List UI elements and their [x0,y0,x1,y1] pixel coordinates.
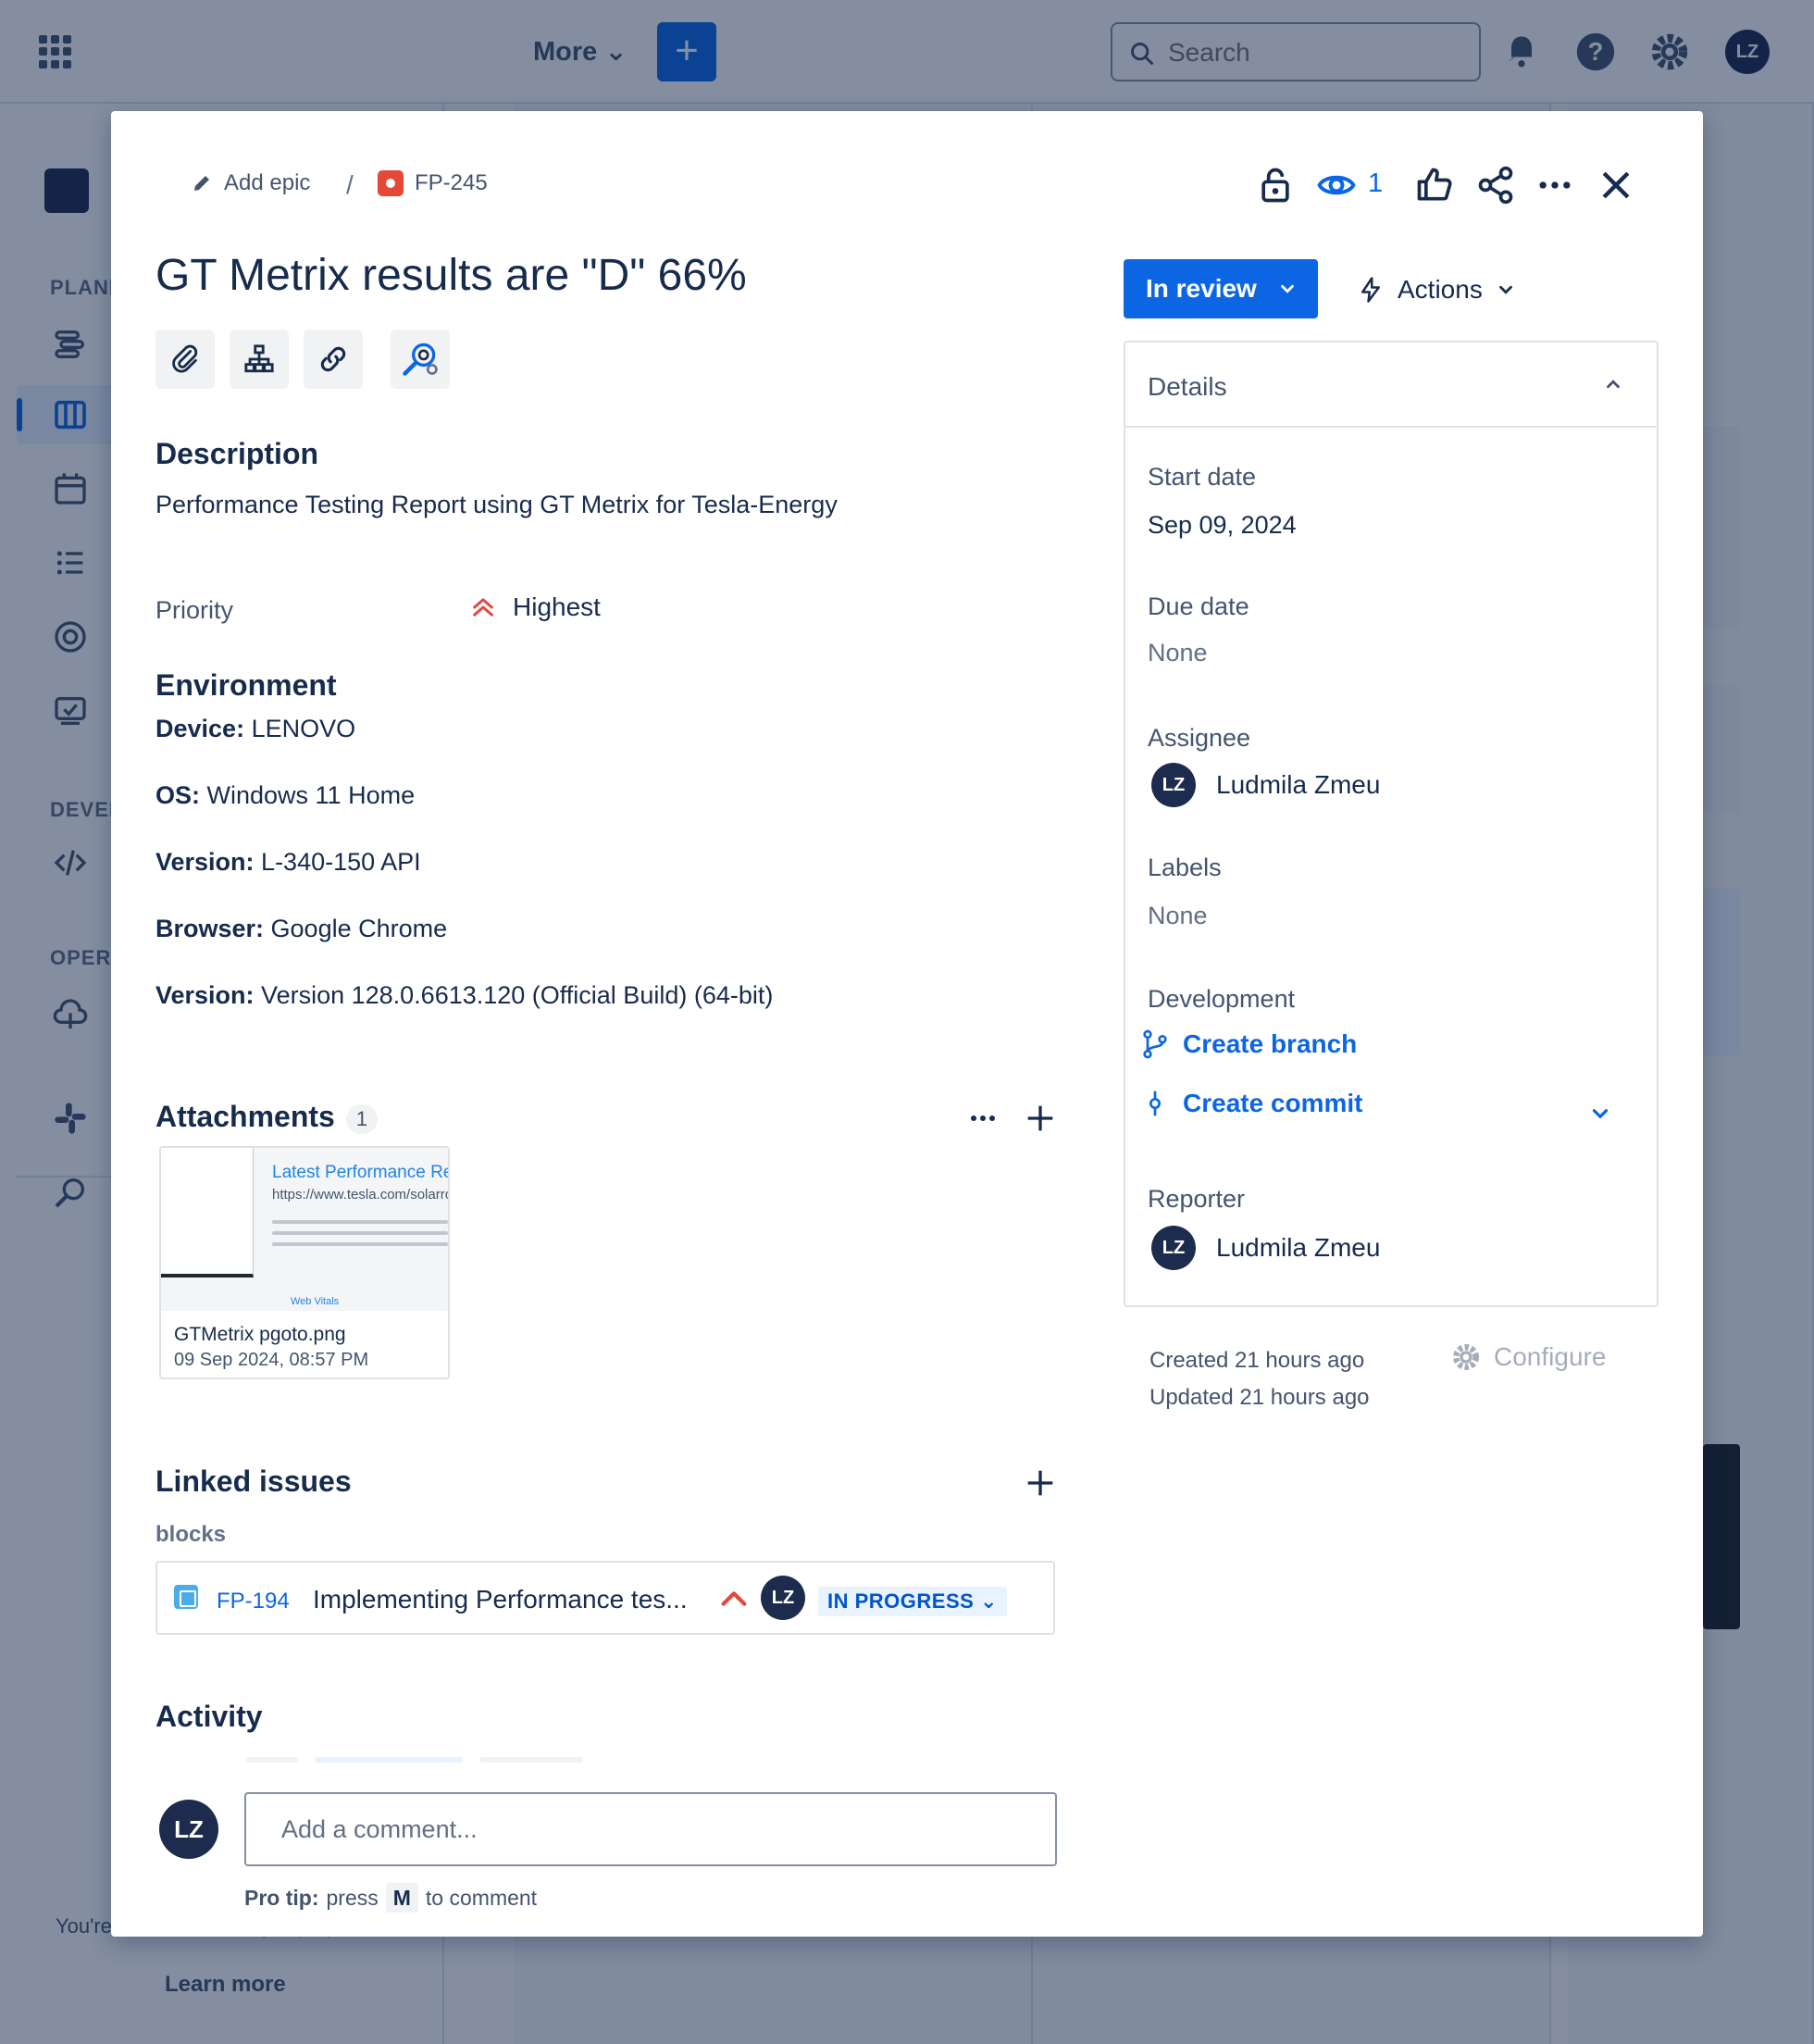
updated-timestamp: Updated 21 hours ago [1149,1385,1370,1410]
linked-issue-status-lozenge[interactable]: IN PROGRESS ⌄ [818,1587,1007,1616]
gear-icon [1453,1344,1479,1370]
reporter-avatar: LZ [1151,1226,1196,1270]
environment-row: Device: LENOVO [155,715,356,742]
link-relation-label: blocks [155,1522,227,1547]
assignee-field[interactable]: LZ Ludmila Zmeu [1151,763,1380,807]
start-date-value[interactable]: Sep 09, 2024 [1148,511,1297,540]
environment-row: OS: Windows 11 Home [155,781,416,809]
add-epic-label: Add epic [224,170,311,195]
labels-label: Labels [1148,854,1222,881]
reporter-name: Ludmila Zmeu [1216,1233,1381,1262]
thumbnail-meta-lines [272,1220,448,1253]
activity-heading: Activity [155,1700,263,1733]
thumbnail-footer: Web Vitals [291,1296,340,1307]
watchers-count[interactable]: 1 [1368,168,1383,199]
issue-key-label: FP-245 [415,170,488,195]
environment-heading: Environment [155,668,337,702]
issue-title[interactable]: GT Metrix results are "D" 66% [155,250,747,301]
branch-icon [1143,1029,1167,1059]
hierarchy-icon [244,344,274,373]
add-epic-button[interactable]: Add epic [191,170,310,196]
keyboard-shortcut-key: M [385,1883,418,1913]
attachment-thumbnail: Latest Performance Re https://www.tesla.… [161,1148,450,1311]
linked-issue-summary[interactable]: Implementing Performance tes... [313,1585,688,1614]
priority-highest-icon [473,598,493,617]
comment-protip: Pro tip: press M to comment [244,1883,537,1913]
thumbnail-screenshot-preview [161,1148,254,1278]
attachments-more-icon[interactable] [964,1100,1001,1137]
watch-eye-icon[interactable] [1316,165,1357,206]
environment-row: Version: Version 128.0.6613.120 (Officia… [155,981,774,1009]
comment-input[interactable] [244,1792,1057,1866]
add-attachment-plus-icon[interactable] [1022,1100,1059,1137]
issue-timestamps: Created 21 hours ago Updated 21 hours ag… [1149,1342,1370,1416]
description-heading: Description [155,437,319,470]
attachments-count-badge: 1 [345,1103,378,1134]
linked-issue-assignee-avatar[interactable]: LZ [761,1576,805,1620]
breadcrumb-separator: / [346,170,354,199]
due-date-label: Due date [1148,592,1249,620]
attach-button[interactable] [155,330,215,389]
assignee-name: Ludmila Zmeu [1216,770,1381,799]
chevron-down-icon [1498,285,1512,294]
priority-high-icon [721,1591,747,1606]
priority-value: Highest [513,592,601,621]
thumbs-up-icon[interactable] [1414,165,1455,206]
chevron-down-icon: ⌄ [979,1589,998,1613]
add-linked-issue-plus-icon[interactable] [1022,1464,1059,1502]
create-branch-link[interactable]: Create branch [1140,1028,1357,1061]
unlock-icon[interactable] [1255,165,1296,206]
reporter-field[interactable]: LZ Ludmila Zmeu [1151,1226,1380,1270]
paperclip-icon [172,344,198,373]
chevron-down-icon [1280,284,1294,293]
linked-issues-heading: Linked issues [155,1464,352,1498]
priority-field[interactable]: Highest [470,592,601,622]
issue-modal: Add epic / FP-245 1 GT Metrix results ar… [111,111,1703,1937]
attachments-heading: Attachments 1 [155,1100,378,1134]
link-issue-button[interactable] [304,330,363,389]
thumbnail-title: Latest Performance Re [272,1163,450,1182]
more-options-icon[interactable] [1534,165,1575,206]
start-date-label: Start date [1148,463,1257,491]
share-icon[interactable] [1475,165,1516,206]
bug-type-icon [378,170,404,196]
development-label: Development [1148,985,1296,1013]
status-transition-button[interactable]: In review [1124,259,1318,318]
environment-row: Browser: Google Chrome [155,915,448,942]
commit-icon [1149,1091,1161,1116]
linked-issue-key[interactable]: FP-194 [217,1589,290,1614]
attachment-filename: GTMetrix pgoto.png [174,1324,346,1345]
add-child-issue-button[interactable] [230,330,289,389]
link-icon [320,346,346,372]
thumbnail-url: https://www.tesla.com/solarro [272,1187,450,1203]
chevron-down-icon[interactable] [1588,1102,1612,1126]
close-icon[interactable] [1596,165,1636,206]
priority-label: Priority [155,596,234,624]
lightning-icon [1361,277,1380,303]
assignee-avatar: LZ [1151,763,1196,807]
created-timestamp: Created 21 hours ago [1149,1348,1365,1373]
configure-button[interactable]: Configure [1451,1342,1606,1372]
test-search-icon [403,343,438,376]
chevron-up-icon[interactable] [1603,374,1623,394]
commenter-avatar: LZ [159,1800,218,1859]
reporter-label: Reporter [1148,1185,1246,1213]
attachment-card[interactable]: Latest Performance Re https://www.tesla.… [159,1146,450,1379]
pencil-icon [194,176,209,191]
assignee-label: Assignee [1148,724,1251,752]
attachment-date: 09 Sep 2024, 08:57 PM [174,1350,369,1370]
create-commit-link[interactable]: Create commit [1140,1087,1363,1120]
issue-key-link[interactable]: FP-245 [378,170,488,196]
app-integration-button[interactable] [391,330,450,389]
details-heading: Details [1148,372,1227,401]
due-date-value[interactable]: None [1148,639,1208,667]
details-header[interactable]: Details [1125,343,1657,428]
labels-value[interactable]: None [1148,902,1208,930]
environment-row: Version: L-340-150 API [155,848,421,876]
linked-issue-row[interactable]: FP-194 Implementing Performance tes... L… [155,1561,1055,1635]
description-text[interactable]: Performance Testing Report using GT Metr… [155,491,838,519]
details-panel: Details Start date Sep 09, 2024 Due date… [1124,341,1659,1307]
task-type-icon [174,1585,198,1609]
actions-button[interactable]: Actions [1357,265,1516,315]
